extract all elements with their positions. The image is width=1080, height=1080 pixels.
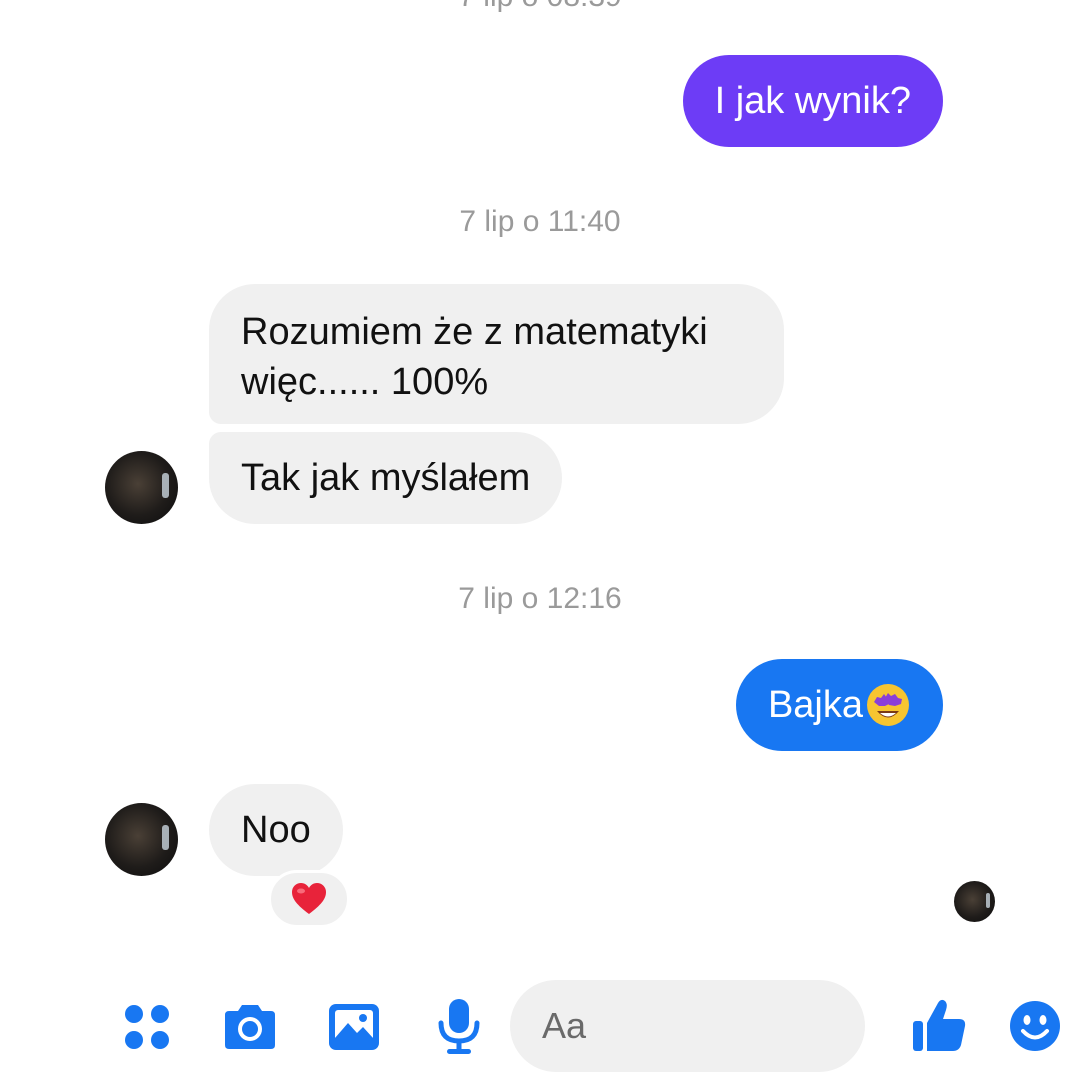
timestamp-partial: 7 lip o 08:39 [0, 0, 1080, 14]
heart-icon [292, 883, 326, 914]
star-struck-emoji-icon [867, 684, 909, 726]
emoji-smile-icon[interactable] [1009, 1000, 1061, 1052]
microphone-icon[interactable] [436, 996, 482, 1056]
incoming-message[interactable]: Noo [209, 784, 343, 876]
message-text: Bajka [767, 684, 863, 726]
apps-grid-icon[interactable] [118, 998, 176, 1056]
gallery-icon[interactable] [326, 998, 382, 1056]
seen-receipt-avatar [954, 881, 995, 922]
message-composer[interactable] [510, 980, 1060, 1072]
incoming-message[interactable]: Tak jak myślałem [209, 432, 563, 524]
incoming-message[interactable]: Rozumiem że z matematyki więc...... 100% [209, 284, 784, 424]
chat-screen: 7 lip o 08:39 I jak wynik? 7 lip o 11:40… [0, 0, 1080, 1080]
camera-icon[interactable] [220, 998, 280, 1056]
outgoing-message[interactable]: I jak wynik? [682, 55, 943, 147]
contact-avatar[interactable] [105, 803, 178, 876]
outgoing-message[interactable]: Bajka [735, 659, 943, 751]
timestamp: 7 lip o 12:16 [458, 582, 622, 615]
thumbs-up-icon[interactable] [908, 994, 970, 1056]
heart-reaction[interactable] [268, 870, 350, 928]
timestamp: 7 lip o 11:40 [459, 205, 621, 238]
contact-avatar[interactable] [105, 451, 178, 524]
